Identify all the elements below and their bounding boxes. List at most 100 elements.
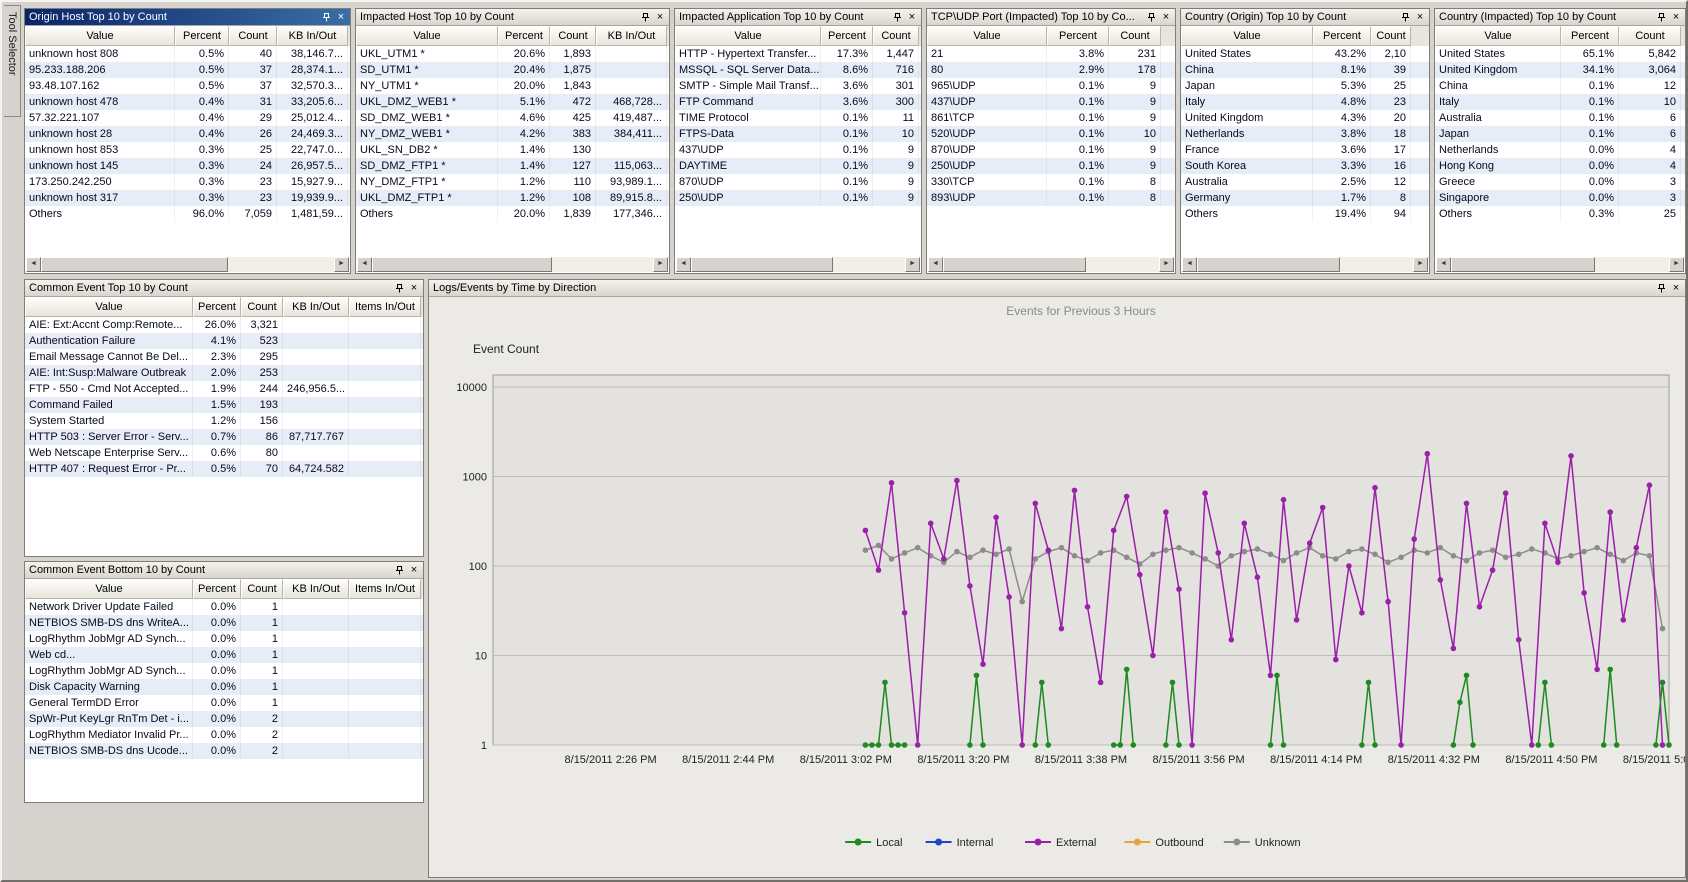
column-header-percent[interactable]: Percent bbox=[1047, 26, 1109, 46]
pin-icon[interactable] bbox=[890, 11, 904, 24]
legend-item-internal[interactable]: Internal bbox=[926, 837, 994, 849]
table-row[interactable]: UKL_DMZ_WEB1 *5.1%472468,728... bbox=[356, 94, 669, 110]
table-row[interactable]: Italy4.8%23 bbox=[1181, 94, 1429, 110]
close-icon[interactable]: × bbox=[1159, 11, 1173, 24]
pin-icon[interactable] bbox=[638, 11, 652, 24]
column-header-count[interactable]: Count bbox=[229, 26, 277, 46]
table-row[interactable]: FTPS-Data0.1%10 bbox=[675, 126, 921, 142]
table-row[interactable]: SD_DMZ_WEB1 *4.6%425419,487... bbox=[356, 110, 669, 126]
table-row[interactable]: LogRhythm JobMgr AD Synch...0.0%1 bbox=[25, 631, 423, 647]
table-row[interactable]: Singapore0.0%3 bbox=[1435, 190, 1685, 206]
table-row[interactable]: 95.233.188.2060.5%3728,374.1... bbox=[25, 62, 350, 78]
column-header-count[interactable]: Count bbox=[1619, 26, 1681, 46]
table-row[interactable]: 802.9%178 bbox=[927, 62, 1175, 78]
column-header-value[interactable]: Value bbox=[675, 26, 821, 46]
panel-title-bar[interactable]: Origin Host Top 10 by Count× bbox=[25, 9, 350, 26]
table-row[interactable]: Web Netscape Enterprise Serv...0.6%80 bbox=[25, 445, 423, 461]
horizontal-scrollbar[interactable]: ◄► bbox=[26, 257, 349, 272]
column-header-kb-in-out[interactable]: KB In/Out bbox=[283, 297, 349, 317]
pin-icon[interactable] bbox=[1144, 11, 1158, 24]
table-row[interactable]: DAYTIME0.1%9 bbox=[675, 158, 921, 174]
table-row[interactable]: NETBIOS SMB-DS dns WriteA...0.0%1 bbox=[25, 615, 423, 631]
legend-item-unknown[interactable]: Unknown bbox=[1224, 837, 1301, 849]
pin-icon[interactable] bbox=[1398, 11, 1412, 24]
table-row[interactable]: China0.1%12 bbox=[1435, 78, 1685, 94]
legend-item-local[interactable]: Local bbox=[845, 837, 902, 849]
table-row[interactable]: LogRhythm Mediator Invalid Pr...0.0%2 bbox=[25, 727, 423, 743]
scrollbar-track[interactable] bbox=[552, 257, 653, 272]
table-row[interactable]: AIE: Int:Susp:Malware Outbreak2.0%253 bbox=[25, 365, 423, 381]
close-icon[interactable]: × bbox=[653, 11, 667, 24]
column-header-kb-in-out[interactable]: KB In/Out bbox=[277, 26, 348, 46]
table-row[interactable]: Italy0.1%10 bbox=[1435, 94, 1685, 110]
pin-icon[interactable] bbox=[319, 11, 333, 24]
table-row[interactable]: Others0.3%25 bbox=[1435, 206, 1685, 222]
table-row[interactable]: HTTP - Hypertext Transfer...17.3%1,447 bbox=[675, 46, 921, 62]
panel-title-bar[interactable]: Country (Impacted) Top 10 by Count× bbox=[1435, 9, 1685, 26]
close-icon[interactable]: × bbox=[407, 564, 421, 577]
horizontal-scrollbar[interactable]: ◄► bbox=[928, 257, 1174, 272]
table-row[interactable]: SD_DMZ_FTP1 *1.4%127115,063... bbox=[356, 158, 669, 174]
table-row[interactable]: 893\UDP0.1%8 bbox=[927, 190, 1175, 206]
scroll-right-button[interactable]: ► bbox=[1413, 257, 1428, 272]
table-row[interactable]: Japan0.1%6 bbox=[1435, 126, 1685, 142]
column-header-count[interactable]: Count bbox=[873, 26, 919, 46]
table-row[interactable]: System Started1.2%156 bbox=[25, 413, 423, 429]
table-row[interactable]: United States43.2%2,10 bbox=[1181, 46, 1429, 62]
table-row[interactable]: SpWr-Put KeyLgr RnTm Det - i...0.0%2 bbox=[25, 711, 423, 727]
scrollbar-thumb[interactable] bbox=[691, 257, 833, 272]
table-row[interactable]: UKL_DMZ_FTP1 *1.2%10889,915.8... bbox=[356, 190, 669, 206]
table-row[interactable]: FTP - 550 - Cmd Not Accepted...1.9%24424… bbox=[25, 381, 423, 397]
tool-selector-tab[interactable]: Tool Selector bbox=[4, 5, 21, 117]
table-row[interactable]: unknown host 3170.3%2319,939.9... bbox=[25, 190, 350, 206]
table-row[interactable]: 520\UDP0.1%10 bbox=[927, 126, 1175, 142]
table-row[interactable]: NY_DMZ_FTP1 *1.2%11093,989.1... bbox=[356, 174, 669, 190]
horizontal-scrollbar[interactable]: ◄► bbox=[1436, 257, 1684, 272]
column-header-percent[interactable]: Percent bbox=[498, 26, 550, 46]
table-row[interactable]: Australia2.5%12 bbox=[1181, 174, 1429, 190]
table-row[interactable]: 57.32.221.1070.4%2925,012.4... bbox=[25, 110, 350, 126]
scrollbar-thumb[interactable] bbox=[41, 257, 228, 272]
scrollbar-thumb[interactable] bbox=[1451, 257, 1595, 272]
table-row[interactable]: South Korea3.3%16 bbox=[1181, 158, 1429, 174]
scroll-right-button[interactable]: ► bbox=[334, 257, 349, 272]
scroll-right-button[interactable]: ► bbox=[653, 257, 668, 272]
scroll-right-button[interactable]: ► bbox=[1159, 257, 1174, 272]
column-header-items-in-out[interactable]: Items In/Out bbox=[349, 579, 421, 599]
column-header-value[interactable]: Value bbox=[25, 579, 193, 599]
column-header-count[interactable]: Count bbox=[1371, 26, 1411, 46]
table-row[interactable]: 861\TCP0.1%9 bbox=[927, 110, 1175, 126]
table-row[interactable]: Australia0.1%6 bbox=[1435, 110, 1685, 126]
panel-title-bar[interactable]: TCP\UDP Port (Impacted) Top 10 by Co...× bbox=[927, 9, 1175, 26]
pin-icon[interactable] bbox=[1654, 11, 1668, 24]
close-icon[interactable]: × bbox=[1669, 282, 1683, 295]
table-row[interactable]: Disk Capacity Warning0.0%1 bbox=[25, 679, 423, 695]
close-icon[interactable]: × bbox=[334, 11, 348, 24]
scrollbar-track[interactable] bbox=[833, 257, 905, 272]
panel-title-bar[interactable]: Impacted Application Top 10 by Count× bbox=[675, 9, 921, 26]
column-header-percent[interactable]: Percent bbox=[821, 26, 873, 46]
legend-item-outbound[interactable]: Outbound bbox=[1124, 837, 1203, 849]
horizontal-scrollbar[interactable]: ◄► bbox=[1182, 257, 1428, 272]
scroll-left-button[interactable]: ◄ bbox=[26, 257, 41, 272]
table-row[interactable]: NY_UTM1 *20.0%1,843 bbox=[356, 78, 669, 94]
table-row[interactable]: FTP Command3.6%300 bbox=[675, 94, 921, 110]
table-row[interactable]: Web cd...0.0%1 bbox=[25, 647, 423, 663]
table-row[interactable]: UKL_SN_DB2 *1.4%130 bbox=[356, 142, 669, 158]
column-header-value[interactable]: Value bbox=[356, 26, 498, 46]
table-row[interactable]: AIE: Ext:Accnt Comp:Remote...26.0%3,321 bbox=[25, 317, 423, 333]
scroll-right-button[interactable]: ► bbox=[905, 257, 920, 272]
scroll-left-button[interactable]: ◄ bbox=[357, 257, 372, 272]
column-header-count[interactable]: Count bbox=[241, 297, 283, 317]
column-header-percent[interactable]: Percent bbox=[1313, 26, 1371, 46]
column-header-kb-in-out[interactable]: KB In/Out bbox=[283, 579, 349, 599]
table-row[interactable]: 250\UDP0.1%9 bbox=[675, 190, 921, 206]
scrollbar-thumb[interactable] bbox=[1197, 257, 1340, 272]
table-row[interactable]: Germany1.7%8 bbox=[1181, 190, 1429, 206]
table-row[interactable]: unknown host 280.4%2624,469.3... bbox=[25, 126, 350, 142]
table-row[interactable]: Hong Kong0.0%4 bbox=[1435, 158, 1685, 174]
panel-title-bar[interactable]: Common Event Top 10 by Count× bbox=[25, 280, 423, 297]
column-header-value[interactable]: Value bbox=[25, 297, 193, 317]
table-row[interactable]: 93.48.107.1620.5%3732,570.3... bbox=[25, 78, 350, 94]
scrollbar-thumb[interactable] bbox=[372, 257, 552, 272]
